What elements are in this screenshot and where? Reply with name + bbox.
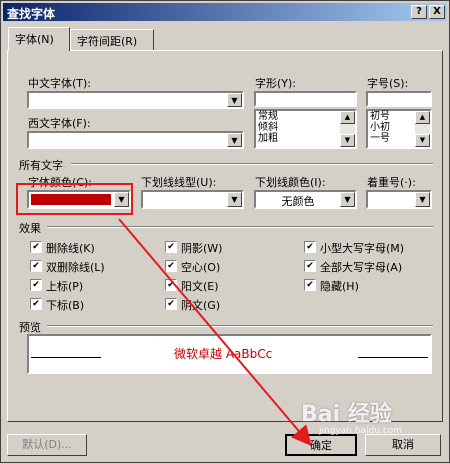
tab-font-label: 字体(N) [15, 33, 54, 46]
watermark-sub: jingyan.baidu.com [319, 426, 403, 436]
tab-font[interactable]: 字体(N) [8, 27, 70, 51]
find-font-dialog: 查找字体 ? X 字体(N) 字符间距(R) 中文字体(T): ▼ 西文字体(F… [0, 0, 450, 463]
watermark: Bai 经验 [301, 402, 392, 427]
annotation-arrow-icon [118, 218, 312, 447]
